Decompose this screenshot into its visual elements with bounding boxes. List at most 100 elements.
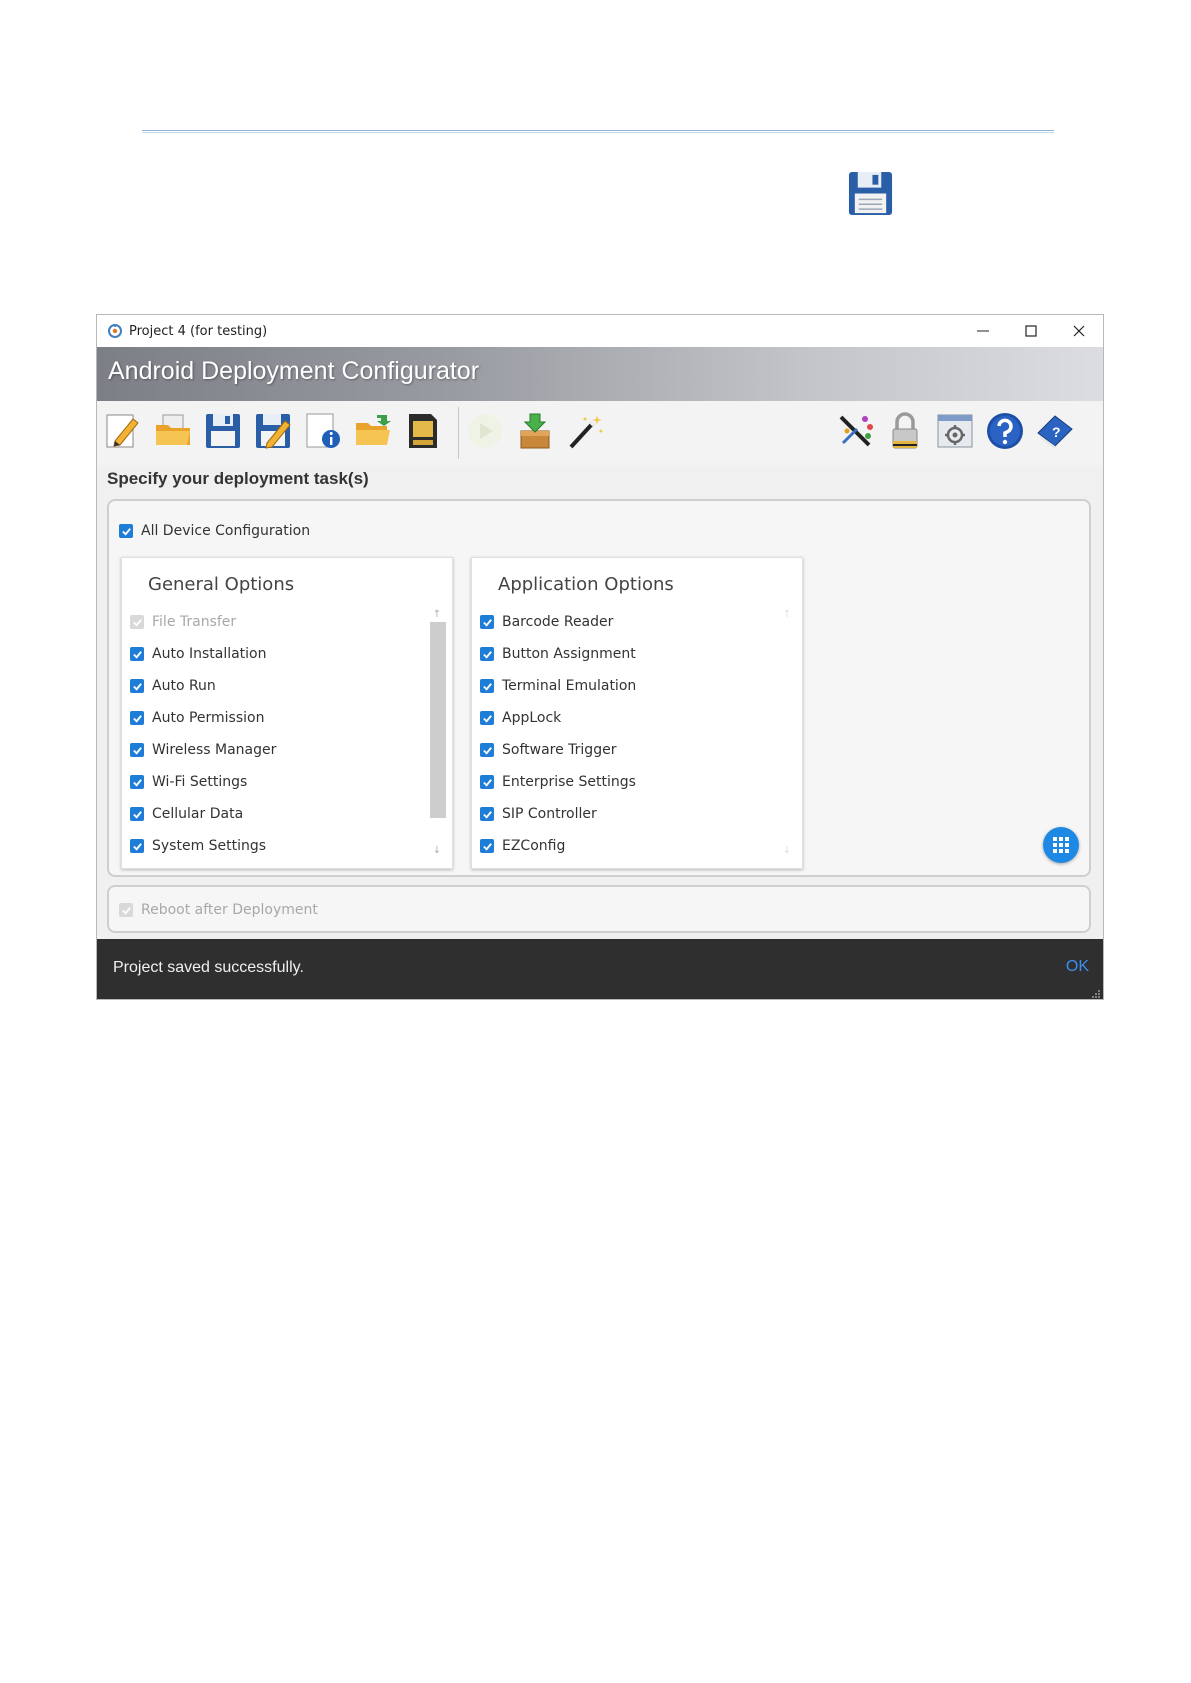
app-window: Project 4 (for testing) Android Deployme…	[96, 314, 1104, 1000]
option-label: Enterprise Settings	[502, 774, 636, 790]
checkbox-checked-icon	[480, 615, 494, 629]
wireless-manager-checkbox[interactable]: Wireless Manager	[130, 734, 276, 766]
general-options-panel: General Options File Transfer Auto Insta…	[121, 557, 453, 869]
auto-run-checkbox[interactable]: Auto Run	[130, 670, 276, 702]
wizard-button[interactable]	[563, 409, 607, 453]
checkbox-checked-icon	[130, 775, 144, 789]
option-label: System Settings	[152, 838, 267, 854]
open-folder-button[interactable]	[351, 409, 395, 453]
sip-controller-checkbox[interactable]: SIP Controller	[480, 798, 636, 830]
checkbox-checked-icon	[130, 839, 144, 853]
project-info-button[interactable]	[301, 409, 345, 453]
software-trigger-checkbox[interactable]: Software Trigger	[480, 734, 636, 766]
option-label: File Transfer	[152, 614, 237, 630]
ezconfig-checkbox[interactable]: EZConfig	[480, 830, 636, 862]
reboot-label: Reboot after Deployment	[141, 902, 318, 918]
run-button[interactable]	[463, 409, 507, 453]
checkbox-checked-icon	[130, 743, 144, 757]
checkbox-checked-icon	[480, 839, 494, 853]
save-as-icon	[256, 414, 291, 449]
terminal-emulation-checkbox[interactable]: Terminal Emulation	[480, 670, 636, 702]
run-icon	[468, 414, 502, 448]
option-label: Cellular Data	[152, 806, 244, 822]
toolbar-separator	[458, 407, 459, 459]
option-label: SIP Controller	[502, 806, 597, 822]
lock-button[interactable]	[883, 409, 927, 453]
deploy-package-button[interactable]	[513, 409, 557, 453]
save-as-button[interactable]	[251, 409, 295, 453]
reboot-after-deployment-checkbox: Reboot after Deployment	[119, 894, 318, 926]
snackbar-message: Project saved successfully.	[113, 959, 304, 976]
all-device-configuration-checkbox[interactable]: All Device Configuration	[119, 515, 310, 547]
checkbox-checked-icon	[480, 807, 494, 821]
new-project-icon	[106, 414, 139, 448]
option-label: Auto Run	[152, 678, 216, 694]
title-bar: Project 4 (for testing)	[97, 315, 1103, 347]
document-page: Project 4 (for testing) Android Deployme…	[0, 0, 1191, 1683]
reboot-group: Reboot after Deployment	[107, 885, 1091, 933]
checkbox-checked-icon	[480, 711, 494, 725]
deploy-package-icon	[520, 413, 550, 449]
wifi-settings-checkbox[interactable]: Wi-Fi Settings	[130, 766, 276, 798]
app-title: Android Deployment Configurator	[108, 357, 480, 385]
scroll-up-icon[interactable]: ↑	[778, 606, 796, 622]
manual-button[interactable]: ?	[1033, 409, 1077, 453]
close-button[interactable]	[1055, 315, 1103, 347]
open-folder-icon	[356, 415, 391, 445]
close-icon	[1073, 325, 1085, 337]
general-options-list: File Transfer Auto Installation Auto Run…	[130, 606, 276, 862]
scroll-down-icon[interactable]: ↓	[428, 842, 446, 858]
help-button[interactable]	[983, 409, 1027, 453]
checkbox-checked-icon	[119, 524, 133, 538]
scrollbar-thumb[interactable]	[430, 622, 446, 818]
window-title: Project 4 (for testing)	[129, 323, 268, 339]
wizard-icon	[569, 415, 603, 449]
status-snackbar: Project saved successfully. OK	[97, 939, 1103, 999]
minimize-button[interactable]	[959, 315, 1007, 347]
project-info-icon	[306, 413, 340, 448]
checkbox-checked-icon	[480, 647, 494, 661]
more-options-button[interactable]	[1043, 827, 1079, 863]
new-project-button[interactable]	[101, 409, 145, 453]
option-label: AppLock	[502, 710, 562, 726]
option-label: Auto Installation	[152, 646, 267, 662]
barcode-reader-checkbox[interactable]: Barcode Reader	[480, 606, 636, 638]
manual-icon: ?	[1037, 415, 1073, 449]
auto-permission-checkbox[interactable]: Auto Permission	[130, 702, 276, 734]
save-project-button[interactable]	[201, 409, 245, 453]
customize-button[interactable]	[833, 409, 877, 453]
applock-checkbox[interactable]: AppLock	[480, 702, 636, 734]
general-options-scrollbar[interactable]: ↑ ↓	[428, 606, 446, 858]
deployment-task-group: All Device Configuration General Options…	[107, 499, 1091, 877]
checkbox-checked-icon	[130, 647, 144, 661]
checkbox-checked-icon	[480, 775, 494, 789]
option-label: Auto Permission	[152, 710, 265, 726]
checkbox-checked-icon	[119, 903, 133, 917]
open-project-button[interactable]	[151, 409, 195, 453]
app-logo-icon	[108, 324, 122, 338]
checkbox-checked-icon	[130, 615, 144, 629]
system-settings-checkbox[interactable]: System Settings	[130, 830, 276, 862]
sd-card-button[interactable]	[401, 409, 445, 453]
option-label: Barcode Reader	[502, 614, 614, 630]
grid-menu-icon	[1053, 837, 1069, 853]
toolbar: ?	[97, 401, 1103, 465]
cellular-data-checkbox[interactable]: Cellular Data	[130, 798, 276, 830]
resize-grip-icon[interactable]	[1091, 989, 1101, 999]
sd-card-icon	[409, 414, 437, 448]
scroll-up-icon[interactable]: ↑	[428, 606, 446, 622]
button-assignment-checkbox[interactable]: Button Assignment	[480, 638, 636, 670]
enterprise-settings-checkbox[interactable]: Enterprise Settings	[480, 766, 636, 798]
auto-installation-checkbox[interactable]: Auto Installation	[130, 638, 276, 670]
settings-button[interactable]	[933, 409, 977, 453]
maximize-icon	[1025, 325, 1037, 337]
scroll-down-icon[interactable]: ↓	[778, 842, 796, 858]
application-options-title: Application Options	[498, 574, 674, 595]
file-transfer-checkbox: File Transfer	[130, 606, 276, 638]
general-options-title: General Options	[148, 574, 295, 595]
application-options-scrollbar[interactable]: ↑ ↓	[778, 606, 796, 858]
app-banner: Android Deployment Configurator	[97, 347, 1103, 401]
maximize-button[interactable]	[1007, 315, 1055, 347]
snackbar-ok-button[interactable]: OK	[1066, 958, 1089, 976]
all-device-configuration-label: All Device Configuration	[141, 523, 311, 539]
